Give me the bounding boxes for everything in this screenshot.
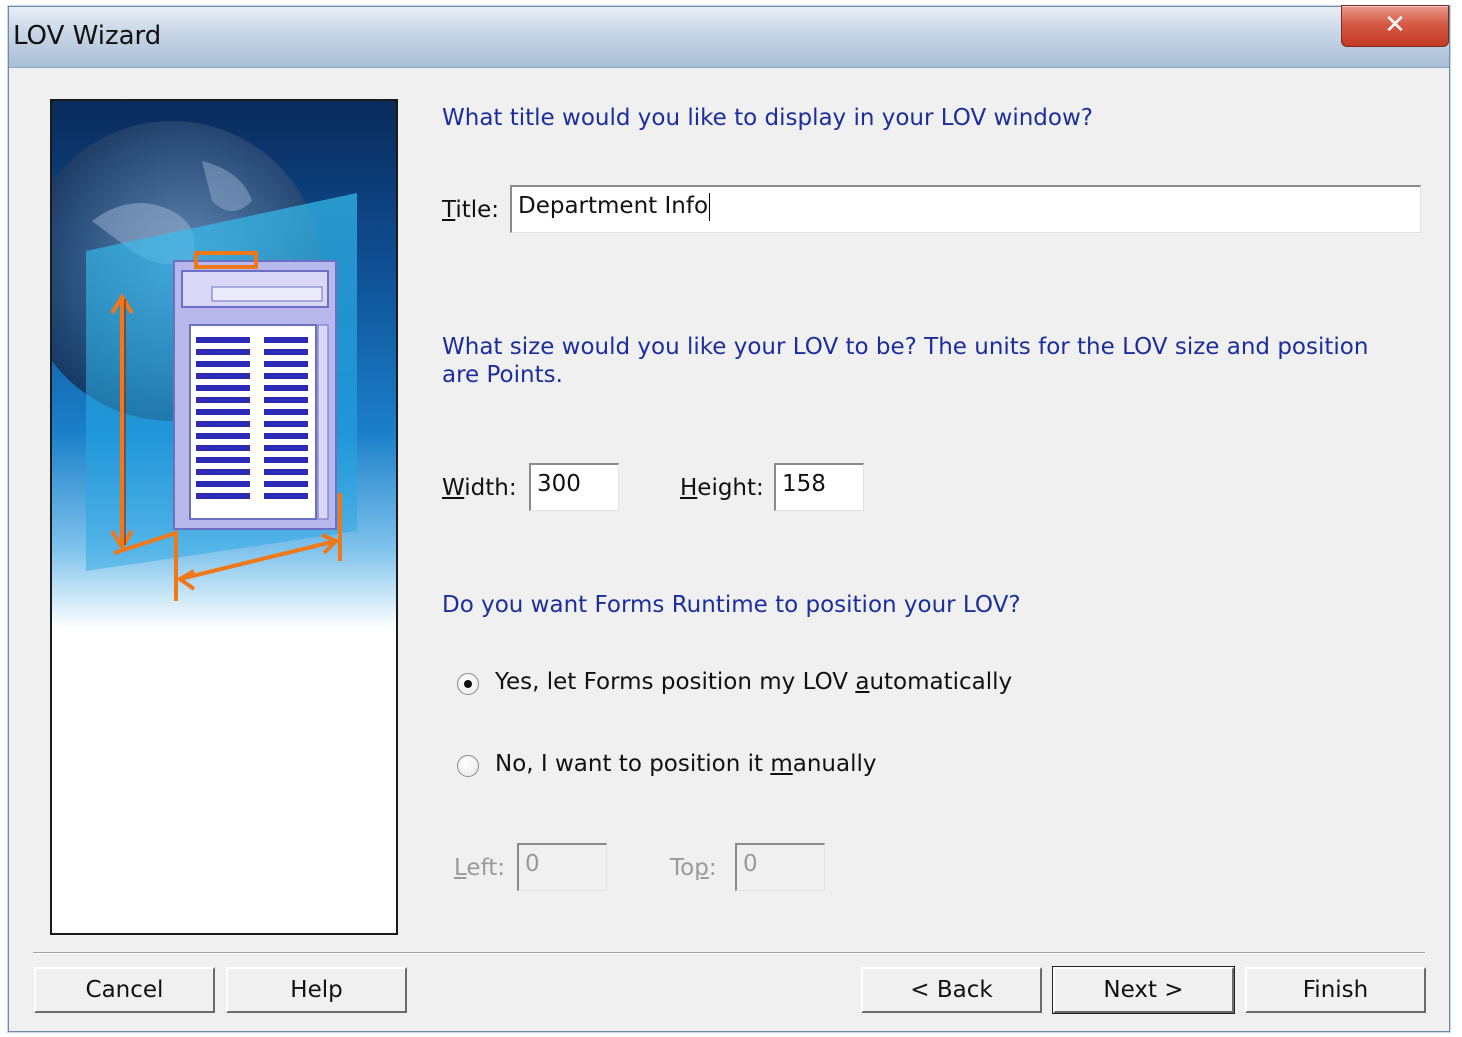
radio-auto-position[interactable] [457, 673, 479, 695]
radio-manual-position[interactable] [457, 755, 479, 777]
wizard-illustration-panel [50, 99, 398, 935]
title-question: What title would you like to display in … [442, 105, 1093, 131]
left-label: Left: [454, 855, 506, 881]
radio-auto-label[interactable]: Yes, let Forms position my LOV automatic… [495, 669, 1012, 695]
title-input[interactable]: Department Info [510, 185, 1421, 233]
position-question: Do you want Forms Runtime to position yo… [442, 592, 1021, 618]
top-label: Top: [670, 855, 717, 881]
size-question: What size would you like your LOV to be?… [442, 334, 1369, 388]
button-separator [33, 952, 1425, 954]
next-button[interactable]: Next > [1052, 966, 1235, 1014]
back-button[interactable]: < Back [861, 967, 1042, 1013]
title-label: Title: [442, 197, 500, 223]
close-icon: ✕ [1384, 10, 1406, 40]
cancel-button[interactable]: Cancel [34, 967, 215, 1013]
text-caret [709, 192, 711, 221]
lov-wizard-window: LOV Wizard ✕ What title would you like t… [8, 5, 1450, 1032]
height-label: Height: [680, 475, 764, 501]
help-button[interactable]: Help [226, 967, 407, 1013]
top-input[interactable]: 0 [735, 843, 825, 891]
title-input-value: Department Info [518, 193, 709, 219]
width-label: Width: [442, 475, 517, 501]
window-title: LOV Wizard [13, 21, 162, 51]
left-input[interactable]: 0 [517, 843, 607, 891]
finish-button[interactable]: Finish [1245, 967, 1426, 1013]
radio-selected-dot [464, 680, 472, 688]
close-button[interactable]: ✕ [1341, 5, 1449, 47]
radio-manual-label[interactable]: No, I want to position it manually [495, 751, 876, 777]
width-input[interactable]: 300 [529, 463, 619, 511]
height-input[interactable]: 158 [774, 463, 864, 511]
title-bar: LOV Wizard ✕ [9, 5, 1449, 68]
lov-size-illustration [52, 101, 396, 761]
